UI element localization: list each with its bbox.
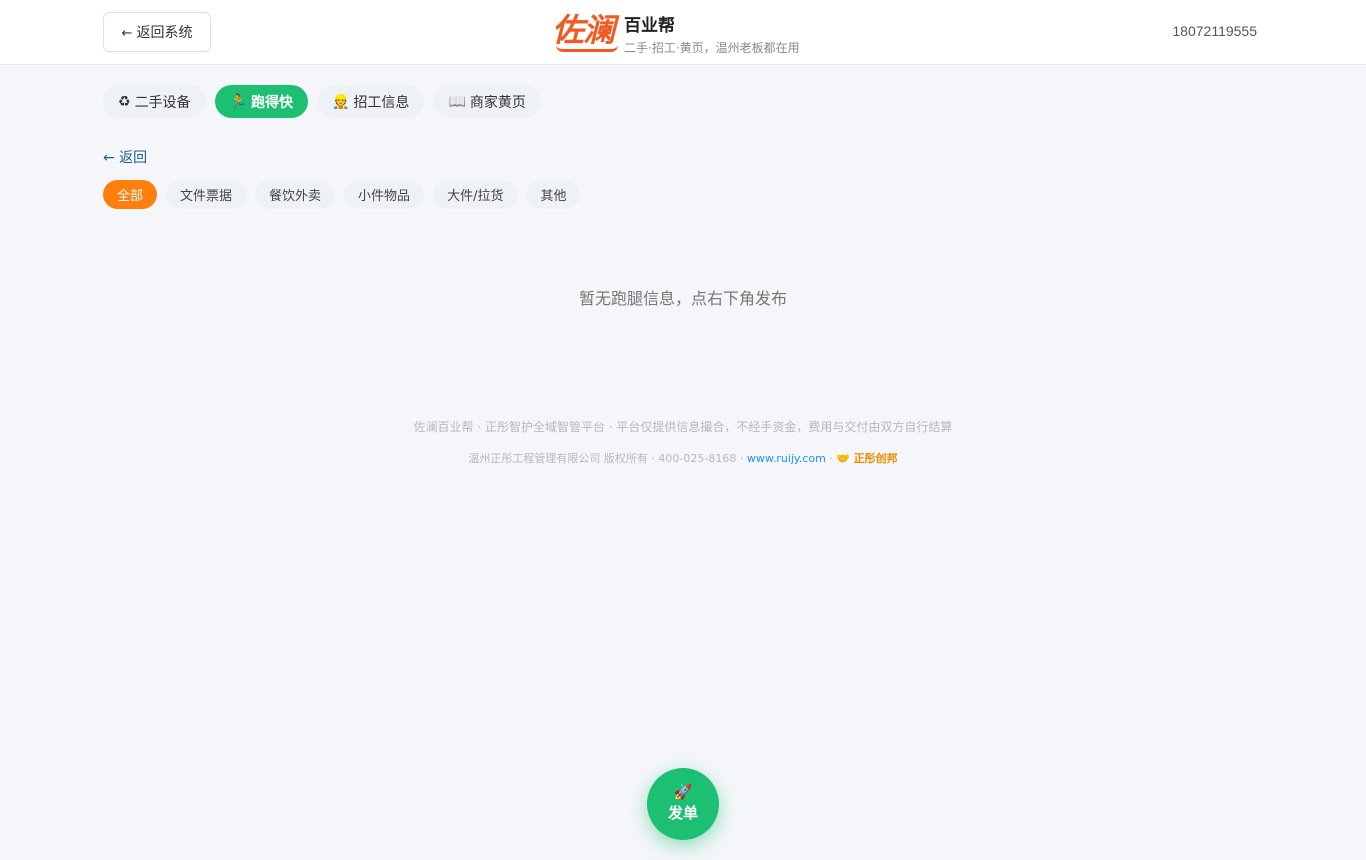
footer-company: 温州正彤工程管理有限公司 版权所有 · 400-025-8168 ·	[468, 452, 744, 465]
back-to-system-label: 返回系统	[136, 25, 193, 41]
top-header: ← 返回系统 佐澜 百业帮 二手·招工·黄页，温州老板都在用 180721195…	[0, 0, 1366, 65]
book-icon: 📖	[448, 93, 466, 110]
tab-errand[interactable]: 🏃 跑得快	[214, 85, 308, 118]
tab-label: 商家黄页	[469, 94, 526, 111]
filter-chip-documents[interactable]: 文件票据	[166, 180, 247, 209]
filter-chip-food-delivery[interactable]: 餐饮外卖	[255, 180, 336, 209]
errand-type-filters: 全部 文件票据 餐饮外卖 小件物品 大件/拉货 其他	[103, 180, 581, 209]
empty-state-message: 暂无跑腿信息，点右下角发布	[578, 289, 787, 308]
back-to-system-button[interactable]: ← 返回系统	[103, 12, 211, 52]
filter-chip-small-items[interactable]: 小件物品	[344, 180, 425, 209]
footer-separator: ·	[829, 452, 833, 465]
tab-label: 跑得快	[251, 94, 293, 111]
footer-website-link[interactable]: www.ruijy.com	[747, 452, 826, 465]
footer-copyright: 温州正彤工程管理有限公司 版权所有 · 400-025-8168 · www.r…	[0, 450, 1366, 466]
brand-subtitle: 二手·招工·黄页，温州老板都在用	[624, 40, 800, 55]
post-order-label: 发单	[667, 804, 698, 822]
category-nav: ♻ 二手设备 🏃 跑得快 👷 招工信息 📖 商家黄页	[103, 85, 541, 118]
filter-chip-large-cargo[interactable]: 大件/拉货	[433, 180, 518, 209]
brand-text: 百业帮 二手·招工·黄页，温州老板都在用	[624, 11, 800, 56]
filter-chip-all[interactable]: 全部	[103, 180, 158, 209]
brand-logo: 佐澜	[552, 14, 619, 52]
tab-yellow-pages[interactable]: 📖 商家黄页	[433, 85, 541, 118]
back-link[interactable]: ← 返回	[103, 147, 147, 167]
rocket-icon: 🚀	[673, 783, 693, 801]
handshake-icon: 🤝	[836, 452, 851, 465]
filter-chip-other[interactable]: 其他	[526, 180, 581, 209]
tab-recruitment[interactable]: 👷 招工信息	[317, 85, 425, 118]
runner-icon: 🏃	[229, 93, 247, 110]
arrow-left-icon: ←	[121, 26, 133, 41]
user-phone: 18072119555	[1172, 23, 1257, 39]
tab-secondhand[interactable]: ♻ 二手设备	[103, 85, 206, 118]
tab-label: 二手设备	[134, 94, 191, 111]
recycle-icon: ♻	[118, 93, 131, 110]
brand-name: 百业帮	[624, 15, 676, 36]
footer-partner-link[interactable]: 正彤创邦	[854, 452, 898, 465]
brand: 佐澜 百业帮 二手·招工·黄页，温州老板都在用	[552, 10, 800, 56]
post-order-button[interactable]: 🚀 发单	[647, 768, 719, 840]
tab-label: 招工信息	[353, 94, 410, 111]
worker-icon: 👷	[332, 93, 350, 110]
footer-disclaimer: 佐澜百业帮 · 正彤智护全域智管平台 · 平台仅提供信息撮合，不经手资金，费用与…	[413, 420, 953, 434]
